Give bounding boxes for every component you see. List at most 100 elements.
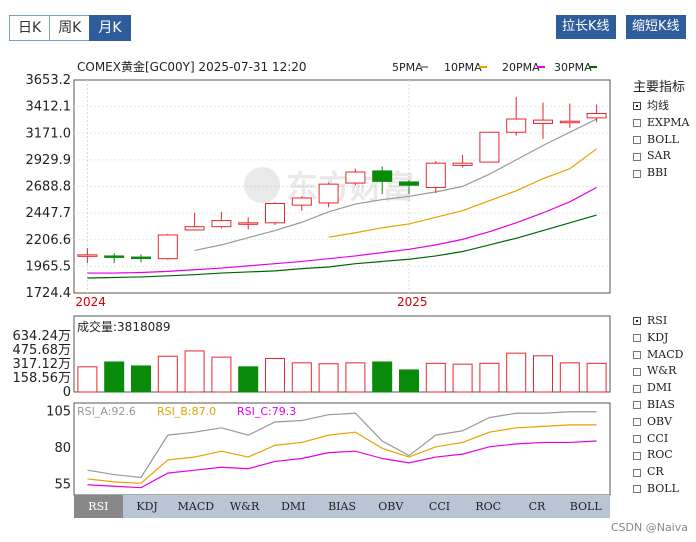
checkbox-icon[interactable] bbox=[633, 119, 641, 128]
checkbox-icon[interactable] bbox=[633, 152, 641, 161]
candle-body bbox=[184, 226, 205, 231]
watermark: CSDN @Naiva bbox=[610, 521, 688, 534]
candle-body bbox=[104, 255, 125, 258]
volume-bar bbox=[372, 361, 393, 393]
indicator-tab[interactable]: ROC bbox=[464, 495, 513, 518]
volume-bar bbox=[399, 369, 419, 393]
price-tick-label: 2929.9 bbox=[26, 153, 72, 168]
candle-body bbox=[399, 181, 419, 186]
sub-indicator-option[interactable]: BIAS bbox=[633, 397, 683, 414]
sub-indicator-option[interactable]: CCI bbox=[633, 431, 683, 448]
candle-body bbox=[372, 170, 393, 182]
sub-indicator-option-label: MACD bbox=[647, 347, 684, 361]
price-tick-label: 3412.1 bbox=[26, 100, 72, 115]
main-indicator-panel: 主要指标 均线 EXPMA BOLL SAR BBI bbox=[633, 76, 689, 182]
indicator-tab[interactable]: CR bbox=[513, 495, 562, 518]
checkbox-icon[interactable] bbox=[633, 367, 641, 376]
candle-body bbox=[157, 234, 178, 260]
volume-bar bbox=[559, 362, 580, 393]
indicator-tab[interactable]: OBV bbox=[366, 495, 415, 518]
checkbox-icon[interactable] bbox=[633, 334, 641, 343]
main-indicator-option[interactable]: BBI bbox=[633, 165, 689, 182]
checkbox-icon[interactable] bbox=[633, 102, 641, 111]
volume-bar bbox=[104, 361, 125, 393]
volume-tick-label: 634.24万 bbox=[13, 329, 72, 344]
main-indicator-option[interactable]: SAR bbox=[633, 148, 689, 165]
candle-body bbox=[211, 220, 232, 228]
rsi-panel bbox=[73, 402, 611, 496]
rsi-lines bbox=[87, 411, 597, 489]
sub-indicator-option[interactable]: OBV bbox=[633, 414, 683, 431]
indicator-tab[interactable]: RSI bbox=[74, 495, 123, 518]
volume-tick-label: 0 bbox=[63, 385, 71, 400]
candle-body bbox=[506, 118, 527, 133]
sub-indicator-option[interactable]: MACD bbox=[633, 347, 683, 364]
candle-body bbox=[265, 202, 285, 224]
main-indicator-option[interactable]: BOLL bbox=[633, 132, 689, 149]
checkbox-icon[interactable] bbox=[633, 317, 641, 326]
sub-indicator-option[interactable]: BOLL bbox=[633, 481, 683, 498]
rsi-tick-label: 105 bbox=[46, 404, 71, 419]
volume-bars bbox=[77, 350, 607, 393]
indicator-tab[interactable]: BIAS bbox=[318, 495, 367, 518]
main-indicator-title: 主要指标 bbox=[633, 80, 686, 95]
sub-indicator-option[interactable]: KDJ bbox=[633, 330, 683, 347]
price-tick-label: 2688.8 bbox=[26, 180, 72, 195]
ma-legend-label: 5PMA bbox=[392, 61, 423, 74]
sub-indicator-option-label: W&R bbox=[647, 364, 677, 378]
indicator-tab[interactable]: W&R bbox=[220, 495, 269, 518]
sub-indicator-option[interactable]: DMI bbox=[633, 380, 683, 397]
indicator-tab[interactable]: KDJ bbox=[123, 495, 172, 518]
checkbox-icon[interactable] bbox=[633, 468, 641, 477]
indicator-tab[interactable]: DMI bbox=[269, 495, 318, 518]
volume-bar bbox=[265, 357, 285, 393]
volume-bar bbox=[425, 362, 446, 393]
sub-indicator-option[interactable]: CR bbox=[633, 464, 683, 481]
checkbox-icon[interactable] bbox=[633, 401, 641, 410]
sub-indicator-option[interactable]: RSI bbox=[633, 313, 683, 330]
main-indicator-option-label: 均线 bbox=[647, 99, 669, 112]
checkbox-icon[interactable] bbox=[633, 418, 641, 427]
main-indicator-option[interactable]: EXPMA bbox=[633, 115, 689, 132]
indicator-tab[interactable]: BOLL bbox=[561, 495, 610, 518]
main-indicator-option[interactable]: 均线 bbox=[633, 98, 689, 115]
sub-indicator-option[interactable]: W&R bbox=[633, 363, 683, 380]
volume-tick-label: 475.68万 bbox=[13, 343, 72, 358]
checkbox-icon[interactable] bbox=[633, 169, 641, 178]
rsi-line-a bbox=[87, 411, 597, 479]
volume-bar bbox=[533, 355, 553, 393]
volume-bar bbox=[291, 362, 312, 393]
main-indicator-option-label: EXPMA bbox=[647, 115, 690, 129]
sub-indicator-option-label: CR bbox=[647, 465, 664, 479]
main-indicator-option-label: BOLL bbox=[647, 132, 679, 146]
rsi-tick-label: 80 bbox=[54, 441, 71, 456]
rsi-legend-label: RSI_B:87.0 bbox=[157, 405, 216, 418]
volume-label: 成交量:3818089 bbox=[77, 319, 171, 334]
price-tick-label: 2447.7 bbox=[26, 206, 72, 221]
indicator-tab[interactable]: MACD bbox=[171, 495, 220, 518]
candle-body bbox=[131, 256, 151, 260]
checkbox-icon[interactable] bbox=[633, 434, 641, 443]
rsi-line-c bbox=[87, 440, 597, 489]
checkbox-icon[interactable] bbox=[633, 485, 641, 494]
volume-bar bbox=[452, 363, 473, 393]
candle-body bbox=[345, 171, 366, 184]
checkbox-icon[interactable] bbox=[633, 135, 641, 144]
kline-chart: COMEX黄金[GC00Y] 2025-07-31 12:20 5PMA 10PM… bbox=[13, 59, 611, 496]
year-label: 2024 bbox=[75, 295, 106, 309]
sub-indicator-option[interactable]: ROC bbox=[633, 447, 683, 464]
checkbox-icon[interactable] bbox=[633, 451, 641, 460]
checkbox-icon[interactable] bbox=[633, 384, 641, 393]
rsi-legend: RSI_A:92.6 RSI_B:87.0 RSI_C:79.3 bbox=[77, 405, 296, 418]
rsi-tick-label: 55 bbox=[54, 477, 71, 492]
rsi-legend-label: RSI_A:92.6 bbox=[77, 405, 136, 418]
price-tick-label: 3171.0 bbox=[26, 126, 72, 141]
price-tick-label: 3653.2 bbox=[26, 73, 72, 88]
volume-bar bbox=[345, 362, 366, 393]
indicator-tab[interactable]: CCI bbox=[415, 495, 464, 518]
ma-legend-label: 10PMA bbox=[444, 61, 482, 74]
volume-tick-label: 317.12万 bbox=[13, 357, 72, 372]
checkbox-icon[interactable] bbox=[633, 350, 641, 359]
main-indicator-option-label: BBI bbox=[647, 166, 668, 180]
candle-body bbox=[238, 222, 259, 225]
